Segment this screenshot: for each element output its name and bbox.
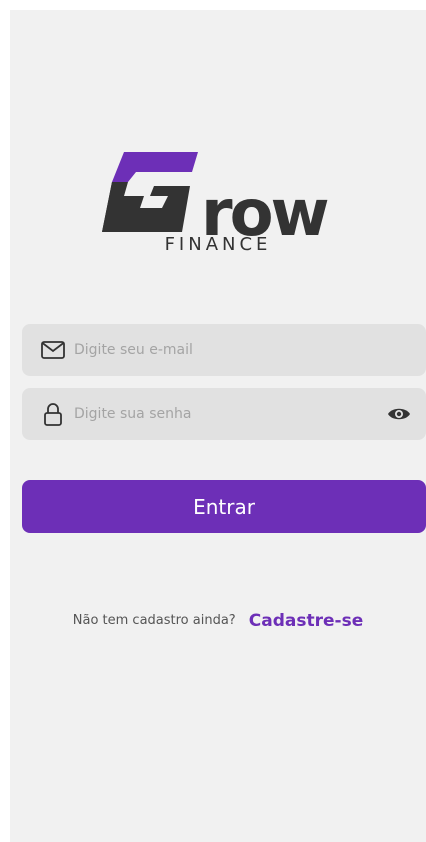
password-field[interactable] xyxy=(22,388,426,440)
email-input[interactable] xyxy=(74,324,426,376)
password-input[interactable] xyxy=(74,388,384,440)
signup-prompt-text: Não tem cadastro ainda? xyxy=(72,613,236,628)
login-button[interactable]: Entrar xyxy=(22,480,426,533)
signup-prompt: Não tem cadastro ainda? Cadastre-se xyxy=(10,610,426,631)
eye-icon[interactable] xyxy=(384,399,414,429)
login-screen: row FINANCE Entrar Não xyxy=(10,10,426,842)
lock-icon xyxy=(40,402,66,426)
signup-link[interactable]: Cadastre-se xyxy=(249,611,363,631)
logo-subtitle: FINANCE xyxy=(164,234,272,255)
logo-g-mark xyxy=(102,152,198,232)
email-field[interactable] xyxy=(22,324,426,376)
grow-finance-logo: row FINANCE xyxy=(102,152,332,272)
envelope-icon xyxy=(40,338,66,362)
